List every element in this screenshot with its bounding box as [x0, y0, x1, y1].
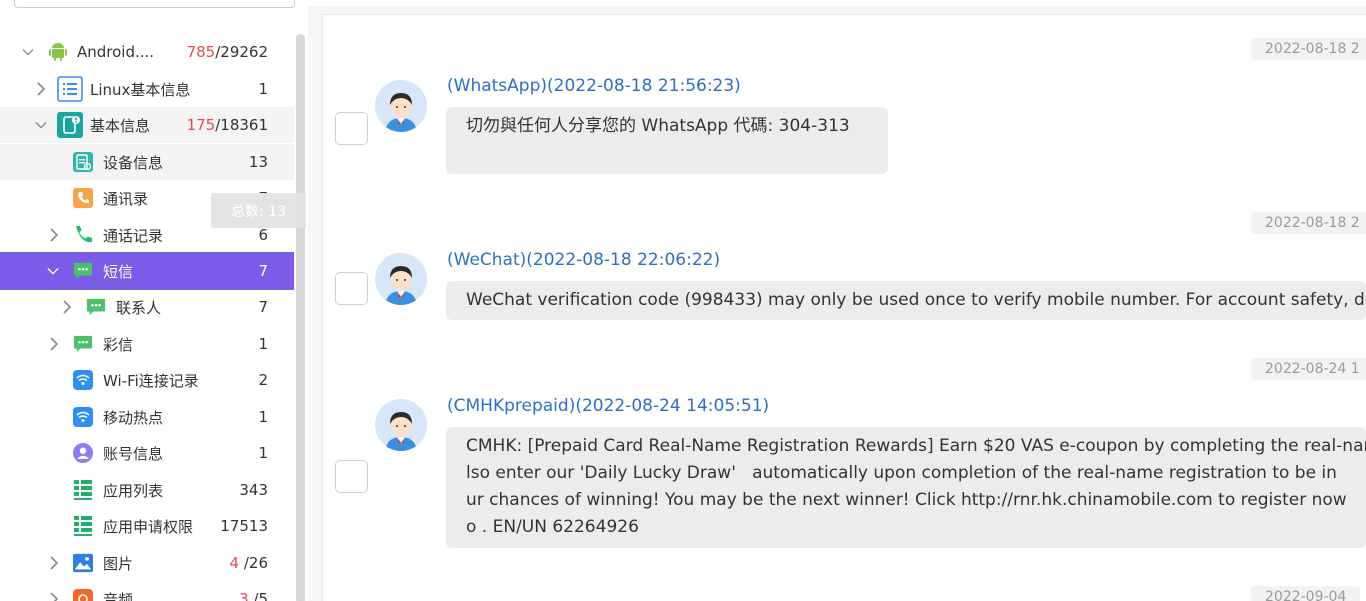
avatar — [375, 399, 427, 451]
message-bubble: WeChat verification code (998433) may on… — [446, 281, 1366, 320]
mms-icon — [73, 334, 93, 354]
tree-count: 17513 — [220, 517, 268, 535]
tree-label: 设备信息 — [103, 153, 164, 172]
chevron-down-icon[interactable] — [22, 46, 34, 58]
tree-count: 1 — [258, 335, 268, 353]
chevron-right-icon[interactable] — [61, 300, 73, 314]
hotspot-icon — [73, 407, 93, 427]
tree-label: 短信 — [103, 262, 134, 281]
app-root: Android.... 785/29262 Linux基本信息 1 基本信息 1… — [0, 0, 1366, 601]
tree-count: 7 — [258, 262, 268, 280]
tree-label: 账号信息 — [103, 444, 164, 463]
tree-count: 3 /5 — [239, 590, 268, 601]
tree-item-basic-info[interactable]: 基本信息 175/18361 — [0, 107, 294, 143]
tree-item-device-info[interactable]: 设备信息 13 — [0, 144, 294, 180]
chevron-down-icon[interactable] — [47, 265, 59, 277]
toolbar-strip — [308, 0, 1366, 6]
tree-label: 通话记录 — [103, 226, 164, 245]
count-tooltip: 总数: 13 — [211, 193, 306, 228]
phone-info-icon — [57, 112, 83, 138]
tree-item-images[interactable]: 图片 4 /26 — [0, 545, 294, 581]
image-icon — [73, 553, 93, 573]
date-separator: 2022-08-18 2 — [1251, 38, 1366, 60]
chevron-down-icon[interactable] — [35, 119, 47, 131]
message-sender: (WeChat)(2022-08-18 22:06:22) — [447, 250, 721, 270]
search-input[interactable] — [14, 0, 295, 8]
tree-label: Wi-Fi连接记录 — [103, 371, 199, 390]
tree-count: 7 — [258, 298, 268, 316]
call-icon — [73, 225, 93, 245]
device-icon — [73, 152, 93, 172]
tree-label: Linux基本信息 — [90, 80, 191, 99]
tree-item-audio[interactable]: 音频 3 /5 — [0, 581, 294, 601]
wifi-icon — [73, 370, 93, 390]
list-icon — [57, 76, 83, 102]
message-checkbox[interactable] — [335, 460, 368, 493]
tree-item-app-permissions[interactable]: 应用申请权限 17513 — [0, 508, 294, 544]
tree-label: 基本信息 — [90, 116, 151, 135]
app-list-icon — [73, 480, 93, 500]
message-checkbox[interactable] — [335, 272, 368, 305]
tree-count: 6 — [258, 226, 268, 244]
tree-label: 通讯录 — [103, 189, 149, 208]
tree-label: 联系人 — [116, 298, 162, 317]
tree-count: 1 — [258, 80, 268, 98]
chevron-right-icon[interactable] — [35, 82, 47, 96]
message-bubble: CMHK: [Prepaid Card Real-Name Registrati… — [446, 427, 1366, 548]
tree-count: 1 — [258, 444, 268, 462]
tree-count: 4 /26 — [229, 554, 268, 572]
date-separator: 2022-09-04 — [1251, 586, 1361, 601]
date-separator: 2022-08-24 1 — [1251, 358, 1366, 380]
contacts-icon — [73, 188, 93, 208]
message-checkbox[interactable] — [335, 112, 368, 145]
tree-item-app-list[interactable]: 应用列表 343 — [0, 472, 294, 508]
message-sender: (CMHKprepaid)(2022-08-24 14:05:51) — [447, 396, 770, 416]
avatar — [375, 80, 427, 132]
tree-item-linux-info[interactable]: Linux基本信息 1 — [0, 71, 294, 107]
tree-count: 13 — [248, 153, 268, 171]
tree-item-hotspot[interactable]: 移动热点 1 — [0, 399, 294, 435]
tree-item-account[interactable]: 账号信息 1 — [0, 435, 294, 471]
tree-item-sms[interactable]: 短信 7 — [0, 252, 294, 290]
android-icon — [48, 42, 68, 62]
message-sender: (WhatsApp)(2022-08-18 21:56:23) — [447, 76, 741, 96]
account-icon — [73, 443, 93, 463]
sidebar-scrollbar[interactable] — [296, 34, 305, 601]
sidebar: Android.... 785/29262 Linux基本信息 1 基本信息 1… — [0, 0, 308, 601]
date-separator: 2022-08-18 2 — [1251, 212, 1366, 234]
tree-item-android[interactable]: Android.... 785/29262 — [0, 34, 294, 70]
chevron-right-icon[interactable] — [48, 228, 60, 242]
tree-label: 图片 — [103, 554, 134, 573]
chat-icon — [86, 297, 106, 317]
tree-count: 1 — [258, 408, 268, 426]
audio-icon — [73, 589, 93, 601]
tree-label: 应用申请权限 — [103, 517, 194, 536]
tree-label: Android.... — [77, 43, 155, 61]
chevron-right-icon[interactable] — [48, 592, 60, 601]
message-bubble: 切勿與任何人分享您的 WhatsApp 代碼: 304-313 — [446, 107, 888, 174]
permission-icon — [73, 516, 93, 536]
chevron-right-icon[interactable] — [48, 556, 60, 570]
tree-item-sms-contacts[interactable]: 联系人 7 — [0, 289, 294, 325]
sms-icon — [73, 261, 93, 281]
tree-label: 移动热点 — [103, 408, 164, 427]
tree-item-wifi[interactable]: Wi-Fi连接记录 2 — [0, 362, 294, 398]
tree-label: 音频 — [103, 590, 134, 601]
tree-item-mms[interactable]: 彩信 1 — [0, 326, 294, 362]
chevron-right-icon[interactable] — [48, 337, 60, 351]
tree-count: 785/29262 — [186, 43, 268, 61]
tree-label: 应用列表 — [103, 481, 164, 500]
tree-count: 2 — [258, 371, 268, 389]
tree-count: 343 — [239, 481, 268, 499]
tree-label: 彩信 — [103, 335, 134, 354]
tree-count: 175/18361 — [186, 116, 268, 134]
avatar — [375, 253, 427, 305]
